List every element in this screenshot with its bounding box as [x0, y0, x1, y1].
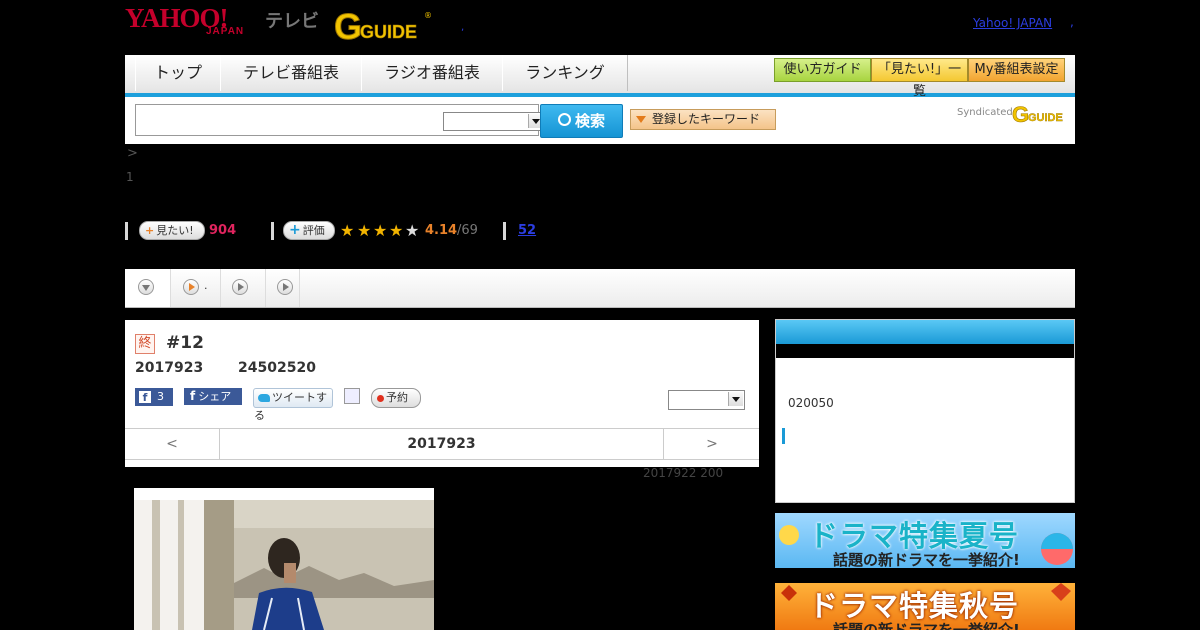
divider [503, 222, 506, 240]
tab-2-label: . [204, 279, 208, 292]
facebook-like-count: 3 [157, 390, 164, 403]
svg-text:GUIDE: GUIDE [1028, 112, 1063, 124]
mitai-label: 見たい! [156, 224, 194, 237]
facebook-share-label: シェア [198, 390, 232, 403]
side-panel-band [776, 344, 1074, 358]
svg-text:G: G [334, 6, 362, 42]
side-panel: 020050 [775, 319, 1075, 503]
mitai-list-button[interactable]: 「見たい!」一覧 [871, 58, 968, 99]
rating-score: 4.14 [425, 223, 458, 238]
star-icon: ★ [389, 221, 404, 240]
nav-tab-tv-schedule[interactable]: テレビ番組表 [220, 55, 362, 91]
star-empty-icon: ★ [405, 221, 420, 240]
header-dot: , [461, 22, 465, 33]
svg-text:G: G [1012, 102, 1029, 124]
search-button-label: 検索 [574, 112, 605, 130]
nav-tab-radio-schedule[interactable]: ラジオ番組表 [361, 55, 503, 91]
previous-episode-button[interactable]: < [125, 429, 220, 459]
breadcrumb-arrow: > [127, 146, 138, 161]
divider [125, 222, 128, 240]
svg-text:GUIDE: GUIDE [360, 22, 417, 42]
facebook-icon: f [139, 391, 151, 404]
reserve-button[interactable]: 予約 [371, 388, 421, 408]
side-panel-marker [782, 428, 785, 444]
star-icon: ★ [373, 221, 388, 240]
breadcrumb-number: 1 [126, 170, 134, 184]
nav-tab-top[interactable]: トップ [135, 55, 221, 91]
search-category-select[interactable] [443, 112, 545, 131]
side-panel-text: 020050 [788, 396, 834, 410]
program-tabs: . [125, 269, 1075, 308]
tab-3[interactable] [220, 269, 266, 307]
end-badge: 終 [135, 334, 155, 354]
main-nav: トップ テレビ番組表 ラジオ番組表 ランキング 使い方ガイド 「見たい!」一覧 … [125, 55, 1075, 99]
play-icon [183, 279, 199, 295]
episode-navigation: < 2017923 > [125, 428, 759, 460]
yahoo-japan-logo-text: JAPAN [206, 26, 245, 37]
twitter-bird-icon [258, 394, 270, 402]
mitai-count: 904 [209, 223, 237, 238]
tab-4[interactable] [265, 269, 300, 307]
episode-time: 24502520 [238, 360, 316, 376]
play-icon [232, 279, 248, 295]
side-panel-header [776, 320, 1074, 344]
tab-2[interactable]: . [170, 269, 221, 307]
saved-keywords-label: 登録したキーワード [652, 112, 761, 126]
divider [271, 222, 274, 240]
syndicated-gguide-logo: G GUIDE [1012, 102, 1063, 124]
yahoo-japan-link[interactable]: Yahoo! JAPAN [973, 16, 1052, 30]
drama-autumn-banner[interactable]: ドラマ特集秋号 話題の新ドラマを一挙紹介! [775, 583, 1075, 630]
calendar-add-icon[interactable] [344, 388, 360, 404]
facebook-icon: f [190, 389, 196, 403]
autumn-banner-subtitle: 話題の新ドラマを一挙紹介! [833, 621, 1020, 630]
mitai-button[interactable]: + 見たい! [139, 221, 205, 240]
star-icon: ★ [340, 221, 355, 240]
reserve-label: 予約 [386, 391, 408, 404]
facebook-like-button[interactable]: f3 [135, 388, 173, 406]
episode-number: #12 [166, 333, 204, 353]
summer-banner-subtitle: 話題の新ドラマを一挙紹介! [833, 551, 1020, 568]
rating-count: /69 [457, 223, 478, 238]
review-count-link[interactable]: 52 [518, 223, 536, 238]
facebook-share-button[interactable]: f シェア [184, 388, 242, 405]
episode-panel: 終 #12 2017923 24502520 f3 f シェア ツイートする 予約… [125, 320, 759, 467]
saved-keywords-button[interactable]: 登録したキーワード [630, 109, 776, 130]
search-icon [557, 113, 571, 126]
drama-summer-banner[interactable]: ドラマ特集夏号 話題の新ドラマを一挙紹介! [775, 513, 1075, 568]
search-area: 検索 登録したキーワード Syndicated G GUIDE [125, 97, 1075, 144]
svg-text:®: ® [424, 11, 432, 20]
plus-icon: + [289, 222, 301, 238]
syndicated-label: Syndicated [957, 107, 1013, 118]
triangle-down-icon [636, 116, 646, 123]
episode-select[interactable] [668, 390, 745, 410]
search-input[interactable] [135, 104, 545, 136]
plus-icon: + [145, 224, 155, 237]
record-dot-icon [377, 394, 384, 402]
episode-date: 2017923 [135, 360, 204, 376]
current-episode-date: 2017923 [407, 436, 476, 452]
header-link-separator: , [1070, 15, 1074, 29]
chevron-down-icon [728, 392, 743, 406]
rating-button[interactable]: + 評価 [283, 221, 335, 240]
star-icon: ★ [357, 221, 372, 240]
next-episode-button[interactable]: > [663, 429, 760, 459]
rating-label: 評価 [302, 224, 325, 237]
my-schedule-settings-button[interactable]: My番組表設定 [968, 58, 1065, 82]
gguide-logo[interactable]: G GUIDE ® [334, 6, 432, 42]
episode-photo [134, 488, 434, 630]
play-icon [277, 279, 293, 295]
usage-guide-button[interactable]: 使い方ガイド [774, 58, 871, 82]
tab-1[interactable] [125, 269, 171, 307]
search-button[interactable]: 検索 [540, 104, 623, 138]
tweet-button[interactable]: ツイートする [253, 388, 333, 422]
nav-tab-ranking[interactable]: ランキング [502, 55, 628, 91]
tv-logo-text[interactable]: テレビ [265, 7, 319, 33]
rebroadcast-info: 2017922 200 [643, 466, 724, 480]
chevron-down-icon [138, 279, 154, 295]
